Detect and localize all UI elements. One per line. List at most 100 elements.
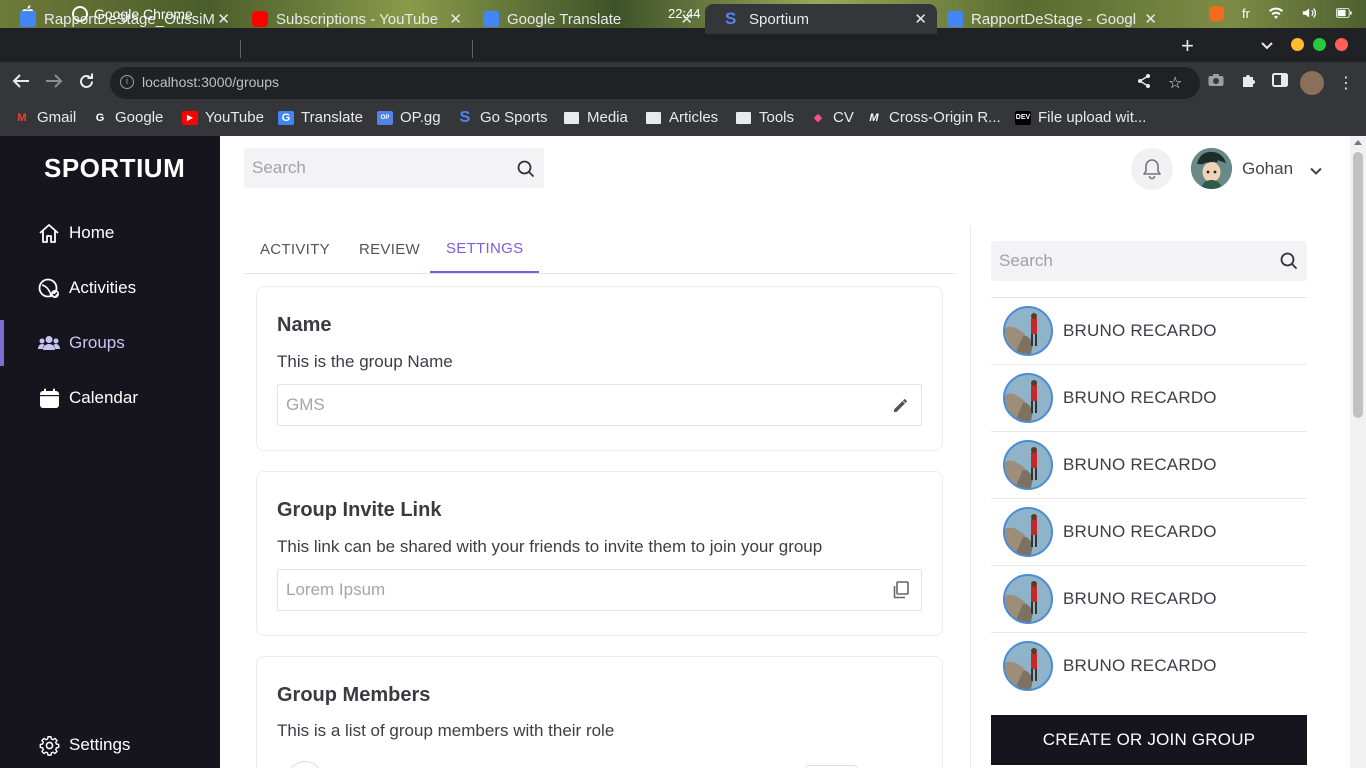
url-text[interactable]: localhost:3000/groups (142, 74, 279, 90)
invite-link-input[interactable] (286, 570, 866, 610)
chevron-down-icon[interactable] (1310, 162, 1322, 180)
minimize-window-button[interactable] (1291, 38, 1304, 51)
tab-search-chevron-icon[interactable] (1261, 37, 1273, 53)
bookmark-cors[interactable]: M Cross-Origin R... (866, 109, 1000, 126)
sidebar-item-activities[interactable]: Activities (0, 265, 220, 311)
forward-arrow-icon[interactable] (45, 73, 63, 95)
browser-tab-sportium[interactable]: S Sportium ✕ (705, 4, 937, 34)
bookmark-google[interactable]: G Google (92, 109, 164, 126)
card-title: Name (277, 314, 332, 336)
search-input[interactable] (252, 148, 507, 188)
wifi-icon[interactable] (1268, 5, 1284, 21)
card-description: This is the group Name (277, 352, 453, 371)
tab-settings[interactable]: SETTINGS (430, 226, 540, 273)
bookmark-folder-articles[interactable]: Articles (646, 109, 718, 126)
list-item[interactable]: BRUNO RECARDO (991, 364, 1307, 431)
bookmark-gmail[interactable]: M Gmail (14, 109, 76, 126)
new-tab-button[interactable]: + (1181, 33, 1194, 59)
member-name: BRUNO RECARDO (1063, 522, 1217, 541)
reload-icon[interactable] (78, 73, 95, 96)
bookmark-star-icon[interactable]: ☆ (1168, 73, 1182, 93)
camera-extension-icon[interactable] (1208, 73, 1224, 92)
pencil-icon[interactable] (891, 395, 911, 415)
bookmark-folder-tools[interactable]: Tools (736, 109, 794, 126)
browser-tab-rapport1[interactable]: RapportDeStage_OussiM ✕ (0, 4, 240, 34)
tab-activity[interactable]: ACTIVITY (244, 226, 346, 273)
member-avatar (1003, 507, 1053, 557)
site-info-icon[interactable]: i (120, 75, 134, 89)
translate-icon: G (278, 110, 294, 125)
close-tab-icon[interactable]: ✕ (914, 10, 927, 28)
member-name: BRUNO RECARDO (1063, 589, 1217, 608)
scroll-up-arrow-icon[interactable] (1354, 140, 1362, 145)
close-window-button[interactable] (1335, 38, 1348, 51)
app-logo[interactable]: SPORTIUM (44, 153, 185, 184)
extensions-puzzle-icon[interactable] (1240, 73, 1256, 94)
side-panel-icon[interactable] (1272, 73, 1288, 92)
list-item[interactable]: BRUNO RECARDO (991, 498, 1307, 565)
app-tray-icon[interactable] (1208, 5, 1224, 21)
profile-avatar-icon[interactable] (1300, 71, 1324, 95)
close-tab-icon[interactable]: ✕ (217, 10, 230, 28)
volume-icon[interactable] (1302, 5, 1318, 21)
bookmark-cv[interactable]: ◆ CV (810, 109, 854, 126)
folder-icon (646, 111, 661, 124)
home-icon (38, 222, 60, 244)
bell-icon (1143, 159, 1161, 180)
group-members-card: Group Members This is a list of group me… (256, 656, 943, 768)
sidebar-item-home[interactable]: Home (0, 210, 220, 256)
member-avatar (1003, 373, 1053, 423)
member-search (991, 241, 1307, 281)
copy-icon[interactable] (891, 580, 911, 600)
bookmark-opgg[interactable]: OP OP.gg (377, 109, 441, 126)
tab-title: RapportDeStage - Googl (971, 10, 1137, 28)
sportium-icon: S (725, 9, 737, 28)
invite-link-card: Group Invite Link This link can be share… (256, 471, 943, 636)
list-item[interactable]: BRUNO RECARDO (991, 297, 1307, 364)
keyboard-language[interactable]: fr (1242, 5, 1250, 21)
close-tab-icon[interactable]: ✕ (680, 10, 693, 28)
list-item[interactable]: BRUNO RECARDO (991, 431, 1307, 498)
bookmark-file-upload[interactable]: DEV File upload wit... (1015, 109, 1146, 126)
search-icon[interactable] (1280, 252, 1298, 270)
youtube-icon (252, 11, 268, 27)
close-tab-icon[interactable]: ✕ (449, 10, 462, 28)
tab-divider (240, 40, 241, 58)
tab-title: Sportium (749, 10, 810, 28)
sidebar-item-calendar[interactable]: Calendar (0, 375, 220, 421)
bookmark-go-sports[interactable]: S Go Sports (457, 109, 548, 127)
back-arrow-icon[interactable] (12, 73, 30, 95)
member-name: BRUNO RECARDO (1063, 321, 1217, 340)
close-tab-icon[interactable]: ✕ (1144, 10, 1157, 28)
list-item[interactable]: BRUNO RECARDO (991, 632, 1307, 699)
google-icon: G (95, 111, 105, 124)
browser-menu-icon[interactable]: ⋮ (1338, 73, 1354, 93)
bookmark-translate[interactable]: G Translate (278, 109, 363, 126)
share-icon[interactable] (1136, 73, 1152, 94)
tab-review[interactable]: REVIEW (343, 226, 436, 273)
browser-tab-rapport2[interactable]: RapportDeStage - Googl ✕ (927, 4, 1167, 34)
bookmark-youtube[interactable]: ▶ YouTube (182, 109, 264, 126)
bookmark-folder-media[interactable]: Media (564, 109, 628, 126)
group-name-input[interactable] (286, 385, 866, 425)
maximize-window-button[interactable] (1313, 38, 1326, 51)
member-name: BRUNO RECARDO (1063, 656, 1217, 675)
sidebar-item-settings[interactable]: Settings (0, 722, 220, 768)
sidebar-item-groups[interactable]: Groups (0, 320, 220, 366)
browser-tab-youtube[interactable]: Subscriptions - YouTube ✕ (232, 4, 472, 34)
list-item[interactable]: BRUNO RECARDO (991, 565, 1307, 632)
sidebar-item-label: Home (69, 223, 115, 242)
notifications-button[interactable] (1131, 148, 1173, 190)
member-name: BRUNO RECARDO (1063, 455, 1217, 474)
user-name[interactable]: Gohan (1242, 159, 1293, 179)
browser-tab-translate[interactable]: Google Translate ✕ (463, 4, 703, 34)
create-or-join-group-button[interactable]: CREATE OR JOIN GROUP (991, 715, 1307, 765)
translate-icon (483, 11, 499, 27)
user-avatar[interactable] (1191, 148, 1232, 189)
battery-icon[interactable] (1336, 5, 1352, 21)
sidebar-item-label: Settings (69, 735, 131, 754)
opgg-icon: OP (377, 110, 393, 125)
member-search-input[interactable] (999, 241, 1269, 281)
scrollbar-thumb[interactable] (1353, 152, 1363, 418)
search-icon[interactable] (517, 160, 535, 178)
